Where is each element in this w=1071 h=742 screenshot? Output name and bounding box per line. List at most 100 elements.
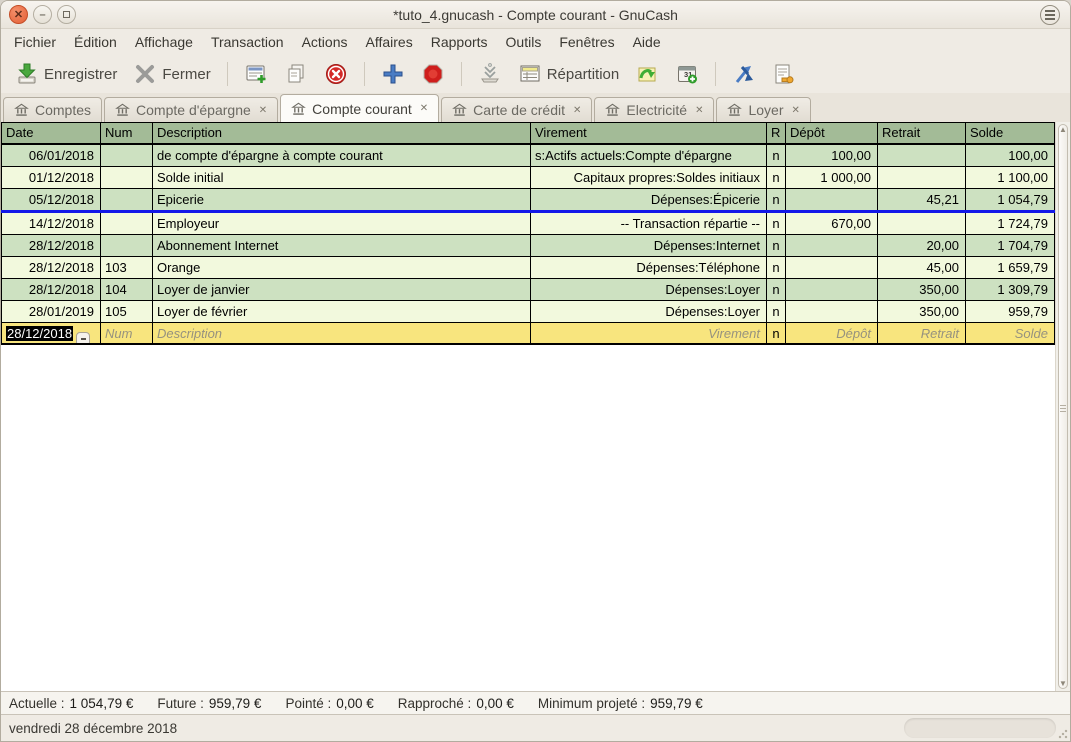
blank-transaction-button[interactable] <box>472 58 508 90</box>
vertical-scrollbar[interactable]: ▲ ▼ <box>1055 122 1070 691</box>
cell-description-input[interactable]: Description <box>153 323 531 343</box>
cell-deposit[interactable] <box>786 257 878 278</box>
cell-date[interactable]: 14/12/2018 <box>1 213 101 234</box>
table-row[interactable]: 28/12/2018103OrangeDépenses:Téléphonen45… <box>1 257 1055 279</box>
tab-close-icon[interactable]: ✕ <box>693 105 703 116</box>
cell-balance[interactable]: 1 659,79 <box>966 257 1055 278</box>
cell-description[interactable]: Solde initial <box>153 167 531 188</box>
schedule-button[interactable]: 31 <box>669 58 705 90</box>
cell-date[interactable]: 01/12/2018 <box>1 167 101 188</box>
cell-num[interactable] <box>101 145 153 166</box>
cell-num[interactable]: 103 <box>101 257 153 278</box>
jump-button[interactable] <box>766 58 802 90</box>
tab-carte-de-credit[interactable]: Carte de crédit✕ <box>441 97 592 122</box>
table-row[interactable]: 28/12/2018 Abonnement InternetDépenses:In… <box>1 235 1055 257</box>
cell-num[interactable] <box>101 235 153 256</box>
cell-transfer[interactable]: Dépenses:Épicerie <box>531 189 767 210</box>
cell-balance[interactable]: 1 054,79 <box>966 189 1055 210</box>
cell-date[interactable]: 28/12/2018 <box>1 235 101 256</box>
cell-num[interactable] <box>101 189 153 210</box>
split-button[interactable]: Répartition <box>512 58 626 90</box>
cell-withdrawal[interactable]: 350,00 <box>878 301 966 322</box>
transfer-button[interactable] <box>629 58 665 90</box>
cell-date[interactable]: 28/12/2018 <box>1 279 101 300</box>
cell-withdrawal[interactable]: 45,00 <box>878 257 966 278</box>
cell-deposit[interactable]: 100,00 <box>786 145 878 166</box>
cell-num-input[interactable]: Num <box>101 323 153 343</box>
cell-transfer-input[interactable]: Virement <box>531 323 767 343</box>
tab-close-icon[interactable]: ✕ <box>418 103 428 114</box>
table-row[interactable]: 28/01/2019105Loyer de févrierDépenses:Lo… <box>1 301 1055 323</box>
resize-grip[interactable] <box>1058 729 1068 739</box>
cell-reconcile[interactable]: n <box>767 323 786 343</box>
cell-deposit-input[interactable]: Dépôt <box>786 323 878 343</box>
table-row[interactable]: 28/12/2018104Loyer de janvierDépenses:Lo… <box>1 279 1055 301</box>
cell-withdrawal[interactable]: 350,00 <box>878 279 966 300</box>
cell-r[interactable]: n <box>767 167 786 188</box>
table-row[interactable]: 06/01/2018de compte d'épargne à compte c… <box>1 145 1055 167</box>
cell-r[interactable]: n <box>767 213 786 234</box>
cell-r[interactable]: n <box>767 235 786 256</box>
menu-item-aide[interactable]: Aide <box>624 31 670 53</box>
cell-deposit[interactable] <box>786 235 878 256</box>
menu-item-actions[interactable]: Actions <box>293 31 357 53</box>
cell-withdrawal[interactable] <box>878 145 966 166</box>
cell-date-input[interactable]: 28/12/2018 <box>1 323 101 343</box>
tab-loyer[interactable]: Loyer✕ <box>716 97 810 122</box>
cell-description[interactable]: Loyer de février <box>153 301 531 322</box>
tab-close-icon[interactable]: ✕ <box>257 105 267 116</box>
cell-num[interactable]: 104 <box>101 279 153 300</box>
cell-date[interactable]: 28/12/2018 <box>1 257 101 278</box>
menu-item-fenetres[interactable]: Fenêtres <box>550 31 623 53</box>
cell-withdrawal-input[interactable]: Retrait <box>878 323 966 343</box>
cell-withdrawal[interactable] <box>878 167 966 188</box>
cell-description[interactable]: Orange <box>153 257 531 278</box>
cell-balance[interactable]: 100,00 <box>966 145 1055 166</box>
duplicate-button[interactable] <box>278 58 314 90</box>
cell-description[interactable]: Employeur <box>153 213 531 234</box>
window-close-button[interactable]: ✕ <box>9 5 28 24</box>
cell-transfer[interactable]: Dépenses:Loyer <box>531 279 767 300</box>
cell-withdrawal[interactable] <box>878 213 966 234</box>
cell-date[interactable]: 28/01/2019 <box>1 301 101 322</box>
table-row[interactable]: 14/12/2018 Employeur-- Transaction répart… <box>1 213 1055 235</box>
table-row[interactable]: 01/12/2018 Solde initialCapitaux propres:… <box>1 167 1055 189</box>
cell-transfer[interactable]: s:Actifs actuels:Compte d'épargne <box>531 145 767 166</box>
window-maximize-button[interactable] <box>57 5 76 24</box>
cell-withdrawal[interactable]: 45,21 <box>878 189 966 210</box>
cell-deposit[interactable] <box>786 301 878 322</box>
date-picker-button[interactable] <box>76 332 90 343</box>
tab-close-icon[interactable]: ✕ <box>571 105 581 116</box>
cell-withdrawal[interactable]: 20,00 <box>878 235 966 256</box>
cell-transfer[interactable]: Dépenses:Loyer <box>531 301 767 322</box>
cell-transfer[interactable]: -- Transaction répartie -- <box>531 213 767 234</box>
cell-description[interactable]: Epicerie <box>153 189 531 210</box>
enter-transaction-button[interactable] <box>238 58 274 90</box>
tab-comptes[interactable]: Comptes <box>3 97 102 122</box>
cell-balance[interactable]: 1 724,79 <box>966 213 1055 234</box>
save-button[interactable]: Enregistrer <box>9 58 123 90</box>
cell-r[interactable]: n <box>767 145 786 166</box>
cell-transfer[interactable]: Capitaux propres:Soldes initiaux <box>531 167 767 188</box>
register-edit-row[interactable]: 28/12/2018 Num Description Virement n Dé… <box>1 323 1055 345</box>
cell-deposit[interactable]: 670,00 <box>786 213 878 234</box>
cell-description[interactable]: de compte d'épargne à compte courant <box>153 145 531 166</box>
cell-deposit[interactable] <box>786 189 878 210</box>
tab-compte-d-epargne[interactable]: Compte d'épargne✕ <box>104 97 278 122</box>
cell-transfer[interactable]: Dépenses:Internet <box>531 235 767 256</box>
delete-button[interactable] <box>318 58 354 90</box>
menu-item-outils[interactable]: Outils <box>497 31 551 53</box>
cell-deposit[interactable] <box>786 279 878 300</box>
tab-electricite[interactable]: Electricité✕ <box>594 97 714 122</box>
cell-description[interactable]: Loyer de janvier <box>153 279 531 300</box>
cancel-button[interactable] <box>415 58 451 90</box>
cell-r[interactable]: n <box>767 279 786 300</box>
cell-deposit[interactable]: 1 000,00 <box>786 167 878 188</box>
scroll-up-icon[interactable]: ▲ <box>1056 125 1070 134</box>
exchange-arrows-button[interactable] <box>726 58 762 90</box>
menu-item-edition[interactable]: Édition <box>65 31 126 53</box>
menu-item-rapports[interactable]: Rapports <box>422 31 497 53</box>
cell-description[interactable]: Abonnement Internet <box>153 235 531 256</box>
cell-num[interactable] <box>101 213 153 234</box>
scroll-down-icon[interactable]: ▼ <box>1056 679 1070 688</box>
